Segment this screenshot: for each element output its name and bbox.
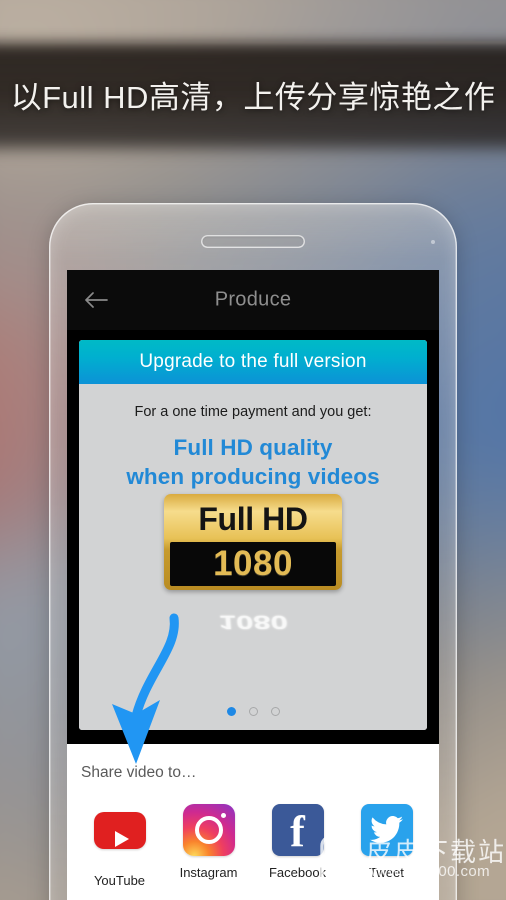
page-indicator (79, 707, 427, 716)
promo-line-1: Full HD quality (173, 435, 333, 460)
share-label-instagram: Instagram (179, 865, 238, 880)
upgrade-card-body: For a one time payment and you get: Full… (79, 384, 427, 730)
full-hd-badge-wrapper: Full HD 1080 1080 (164, 494, 342, 644)
share-target-youtube[interactable]: YouTube (75, 804, 164, 888)
share-target-facebook[interactable]: f Facebook (253, 804, 342, 888)
page-dot-3[interactable] (270, 707, 280, 716)
upgrade-banner-button[interactable]: Upgrade to the full version (79, 340, 427, 384)
phone-front-camera (431, 240, 435, 244)
phone-screen: Produce Upgrade to the full version For … (67, 270, 439, 900)
upgrade-card: Upgrade to the full version For a one ti… (79, 340, 427, 730)
youtube-icon (93, 812, 146, 849)
app-bar: Produce (67, 270, 439, 330)
share-sheet: Share video to… YouTube Instagram f Face… (67, 744, 439, 900)
badge-top-text: Full HD (198, 501, 308, 537)
instagram-icon (182, 804, 235, 856)
share-sheet-title: Share video to… (81, 764, 197, 781)
page-headline: 以Full HD高清，上传分享惊艳之作 (10, 80, 496, 115)
promo-line-2: when producing videos (126, 463, 380, 489)
promo-text: Full HD quality when producing videos (79, 434, 427, 492)
share-target-tweet[interactable]: Tweet (342, 804, 431, 888)
share-target-instagram[interactable]: Instagram (164, 804, 253, 888)
phone-speaker-grille (201, 235, 305, 248)
youtube-icon-box (93, 812, 146, 864)
share-label-youtube: YouTube (93, 873, 146, 888)
badge-bottom-text: 1080 (170, 542, 336, 586)
page-dot-2[interactable] (248, 707, 258, 716)
page-dot-1[interactable] (226, 707, 236, 716)
facebook-icon: f (271, 804, 324, 856)
badge-reflection: 1080 (217, 611, 289, 633)
app-bar-title: Produce (214, 288, 292, 311)
twitter-icon (360, 804, 413, 856)
payment-line: For a one time payment and you get: (134, 404, 372, 420)
share-target-row: YouTube Instagram f Facebook Tweet (67, 804, 439, 888)
full-hd-badge: Full HD 1080 (164, 494, 342, 590)
share-label-tweet: Tweet (369, 865, 404, 880)
phone-mockup: Produce Upgrade to the full version For … (49, 203, 457, 900)
share-label-facebook: Facebook (268, 865, 327, 880)
screenshot-root: 以Full HD高清，上传分享惊艳之作 Produce Upgrade to t… (0, 0, 506, 900)
